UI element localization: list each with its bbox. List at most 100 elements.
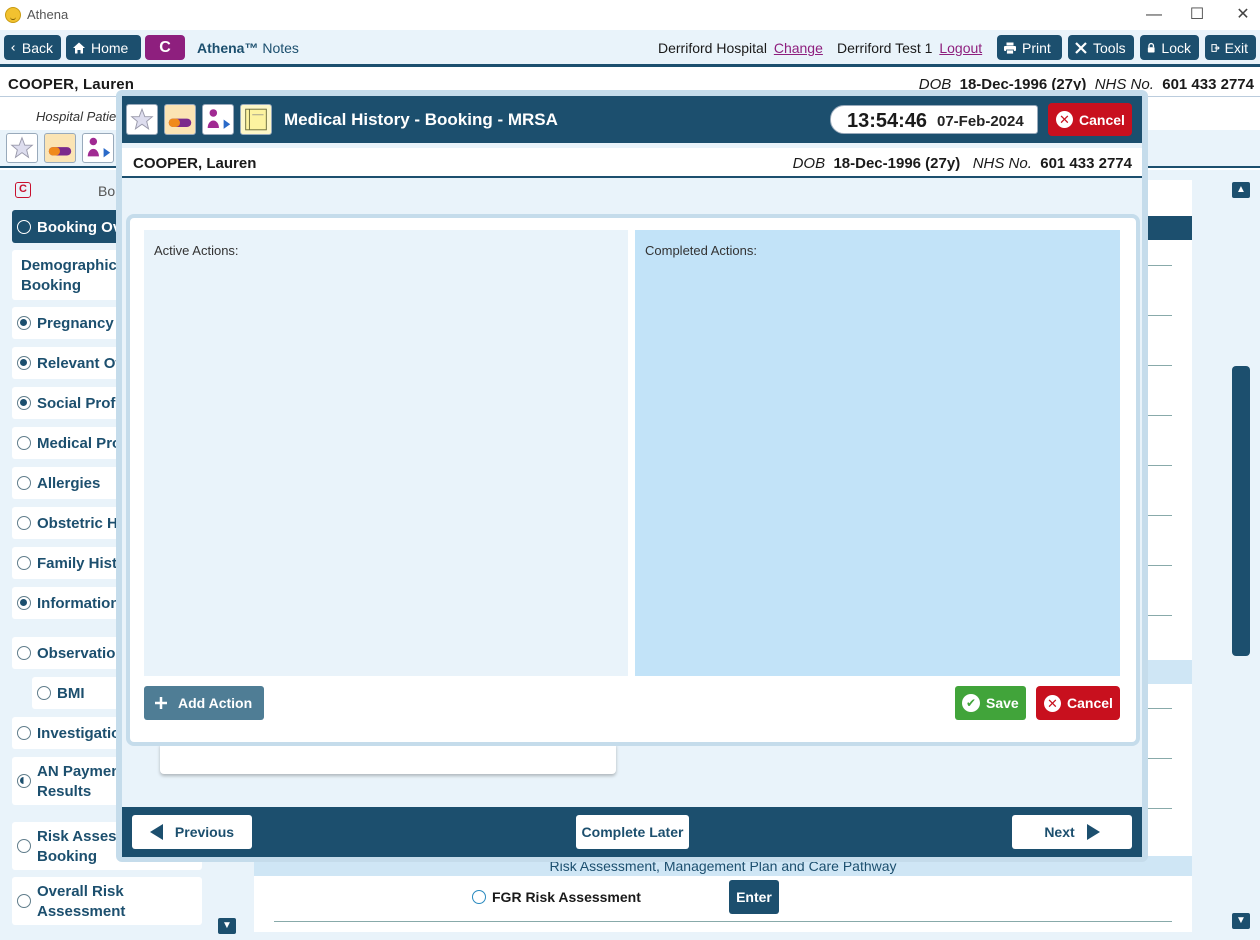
x-circle-icon: ✕ [1056, 111, 1073, 128]
complete-later-button[interactable]: Complete Later [576, 815, 689, 849]
sidebar-item-label: Medical Pro [37, 435, 122, 452]
status-radio-icon [37, 686, 51, 700]
sidebar-scroll-down-icon[interactable]: ▼ [218, 918, 236, 934]
print-icon [1004, 42, 1016, 54]
status-radio-icon [17, 596, 31, 610]
maximize-icon[interactable]: ☐ [1186, 4, 1208, 26]
scrollbar-thumb[interactable] [1232, 366, 1250, 656]
status-radio-icon [17, 894, 31, 908]
star-icon[interactable] [126, 104, 158, 135]
c-badge-icon: C [15, 182, 31, 198]
notes-icon[interactable] [240, 104, 272, 135]
fgr-risk-assessment-option[interactable]: FGR Risk Assessment [472, 889, 641, 905]
patient-identifiers: DOB 18-Dec-1996 (27y) NHS No. 601 433 27… [792, 155, 1132, 172]
change-hospital-link[interactable]: Change [774, 40, 823, 56]
patient-name: COOPER, Lauren [8, 76, 135, 93]
enter-button[interactable]: Enter [729, 880, 779, 914]
window-title: Athena [27, 7, 69, 22]
sidebar-item-label: AN Paymen [37, 763, 121, 780]
dialog-patient-banner: COOPER, Lauren DOB 18-Dec-1996 (27y) NHS… [122, 148, 1142, 178]
home-icon [73, 42, 85, 53]
header-cancel-button[interactable]: ✕ Cancel [1048, 103, 1132, 136]
c-button[interactable]: C [145, 35, 185, 60]
sidebar-item-label: Demographics [21, 257, 126, 274]
user-info: Derriford Test 1 Logout [837, 40, 983, 56]
status-radio-icon [17, 646, 31, 660]
app-brand: Athena™ Notes [197, 40, 299, 56]
sidebar-item-label: Risk Assess [37, 828, 125, 845]
status-radio-icon [17, 726, 31, 740]
exit-button[interactable]: Exit [1205, 35, 1256, 60]
arrow-left-icon [149, 824, 163, 840]
person-arrow-icon[interactable] [202, 104, 234, 135]
status-radio-icon [17, 516, 31, 530]
window-titlebar: Athena — ☐ ✕ [0, 0, 1260, 30]
arrow-right-icon [1086, 824, 1100, 840]
close-icon[interactable]: ✕ [1232, 4, 1254, 26]
status-radio-icon [17, 220, 31, 234]
sidebar-item-label: Overall Risk [37, 883, 124, 900]
pill-icon[interactable] [164, 104, 196, 135]
sidebar-item-label-line2: Booking [37, 848, 97, 865]
plus-icon [155, 697, 167, 709]
status-radio-icon [17, 774, 31, 788]
status-radio-icon [17, 316, 31, 330]
logout-link[interactable]: Logout [939, 40, 982, 56]
sidebar-item-label: Obstetric Hi [37, 515, 123, 532]
dialog-header: Medical History - Booking - MRSA 13:54:4… [122, 96, 1142, 143]
patient-name: COOPER, Lauren [133, 155, 257, 172]
app-icon [5, 7, 21, 23]
sidebar-item-label: Allergies [37, 475, 101, 492]
tools-icon [1075, 41, 1087, 54]
tools-button[interactable]: Tools [1068, 35, 1134, 60]
dialog-title: Medical History - Booking - MRSA [284, 110, 558, 129]
status-radio-icon [17, 839, 31, 853]
back-chevron-icon [11, 44, 15, 51]
active-actions-label: Active Actions: [154, 243, 239, 258]
active-actions-panel: Active Actions: [144, 230, 628, 676]
star-icon[interactable] [6, 133, 38, 163]
current-date: 07-Feb-2024 [937, 113, 1024, 130]
check-circle-icon: ✔ [962, 694, 980, 712]
home-button[interactable]: Home [66, 35, 141, 60]
sidebar-item-label: Pregnancy P [37, 315, 128, 332]
medical-history-dialog: Medical History - Booking - MRSA 13:54:4… [116, 90, 1148, 862]
sidebar-item-label-line2: Assessment [37, 903, 126, 920]
sidebar-item-label: BMI [57, 685, 85, 702]
lock-button[interactable]: Lock [1140, 35, 1199, 60]
scroll-down-icon[interactable]: ▼ [1232, 913, 1250, 929]
sidebar-item-label-line2: Results [37, 783, 92, 800]
sidebar-item-label-line2: Booking [21, 277, 81, 294]
current-time: 13:54:46 [847, 110, 928, 132]
save-button[interactable]: ✔ Save [955, 686, 1026, 720]
x-circle-icon: ✕ [1044, 694, 1061, 712]
actions-card: Active Actions: Completed Actions: Add A… [126, 214, 1140, 746]
scroll-up-icon[interactable]: ▲ [1232, 182, 1250, 198]
previous-button[interactable]: Previous [132, 815, 252, 849]
exit-icon [1211, 43, 1220, 52]
sidebar-item[interactable]: Overall Risk Assessment [12, 877, 202, 925]
minimize-icon[interactable]: — [1143, 4, 1165, 26]
sidebar-item-label: Information [37, 595, 120, 612]
status-radio-icon [17, 436, 31, 450]
row-divider [274, 921, 1172, 922]
add-action-button[interactable]: Add Action [144, 686, 264, 720]
dialog-footer: Previous Complete Later Next [122, 807, 1142, 857]
completed-actions-panel: Completed Actions: [635, 230, 1120, 676]
sidebar-item-label: Observation [37, 645, 125, 662]
fgr-radio[interactable] [472, 890, 486, 904]
hospital-patient-label: Hospital Patie [36, 109, 117, 124]
pill-icon[interactable] [44, 133, 76, 163]
completed-actions-label: Completed Actions: [645, 243, 758, 258]
cancel-button[interactable]: ✕ Cancel [1036, 686, 1120, 720]
back-button[interactable]: Back [4, 35, 61, 60]
status-radio-icon [17, 556, 31, 570]
next-button[interactable]: Next [1012, 815, 1132, 849]
hospital-info: Derriford Hospital Change [658, 40, 823, 56]
person-arrow-icon[interactable] [82, 133, 114, 163]
status-radio-icon [17, 396, 31, 410]
print-button[interactable]: Print [997, 35, 1062, 60]
sidebar-item-label: Booking Ov [37, 219, 122, 236]
sidebar-item-label: Social Profil [37, 395, 124, 412]
underlying-card [160, 744, 616, 774]
